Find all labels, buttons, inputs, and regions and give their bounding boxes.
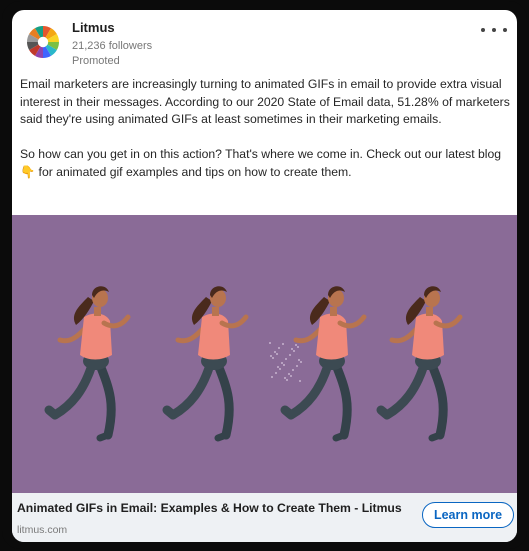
motion-sparkle xyxy=(284,377,286,379)
link-preview-bar[interactable]: Animated GIFs in Email: Examples & How t… xyxy=(12,493,517,542)
motion-sparkle xyxy=(278,347,280,349)
post-paragraph: So how can you get in on this action? Th… xyxy=(20,147,502,179)
motion-sparkle xyxy=(292,369,294,371)
running-woman-figure xyxy=(381,286,460,438)
motion-sparkle xyxy=(274,351,276,353)
motion-sparkle xyxy=(288,373,290,375)
dot xyxy=(481,28,485,32)
sponsored-post-card: Litmus 21,236 followers Promoted Email m… xyxy=(12,10,517,542)
motion-sparkle xyxy=(277,366,279,368)
running-woman-figure xyxy=(49,286,128,438)
motion-sparkle xyxy=(285,358,287,360)
motion-sparkle xyxy=(271,376,273,378)
window-frame: Litmus 21,236 followers Promoted Email m… xyxy=(2,1,527,549)
follower-count: 21,236 followers xyxy=(72,40,153,52)
motion-sparkle xyxy=(276,353,278,355)
motion-sparkle xyxy=(275,372,277,374)
learn-more-button[interactable]: Learn more xyxy=(422,502,514,528)
motion-sparkle xyxy=(281,362,283,364)
motion-sparkle xyxy=(295,344,297,346)
post-body: Email marketers are increasingly turning… xyxy=(20,76,512,181)
running-woman-figure xyxy=(285,286,364,438)
motion-sparkle xyxy=(286,379,288,381)
motion-sparkle xyxy=(283,364,285,366)
motion-sparkle xyxy=(279,368,281,370)
motion-sparkle xyxy=(289,354,291,356)
promoted-label: Promoted xyxy=(72,55,120,67)
motion-sparkle xyxy=(291,348,293,350)
post-media-image[interactable] xyxy=(12,215,517,493)
company-name[interactable]: Litmus xyxy=(72,20,115,35)
motion-sparkle xyxy=(300,361,302,363)
motion-sparkle xyxy=(299,380,301,382)
link-domain: litmus.com xyxy=(17,524,68,536)
motion-sparkle xyxy=(296,365,298,367)
dot xyxy=(492,28,496,32)
motion-sparkle xyxy=(272,357,274,359)
post-header: Litmus 21,236 followers Promoted xyxy=(12,10,517,72)
motion-sparkle xyxy=(298,359,300,361)
link-title[interactable]: Animated GIFs in Email: Examples & How t… xyxy=(17,501,402,515)
motion-sparkle xyxy=(297,346,299,348)
motion-sparkle xyxy=(290,375,292,377)
running-woman-animation xyxy=(12,215,517,493)
running-woman-figure xyxy=(167,286,246,438)
motion-sparkle xyxy=(293,350,295,352)
company-logo-icon[interactable] xyxy=(26,25,60,59)
motion-sparkle xyxy=(269,342,271,344)
post-paragraph: Email marketers are increasingly turning… xyxy=(20,77,510,126)
motion-sparkle xyxy=(282,343,284,345)
motion-sparkle xyxy=(270,355,272,357)
dot xyxy=(503,28,507,32)
more-options-icon[interactable] xyxy=(481,22,507,38)
